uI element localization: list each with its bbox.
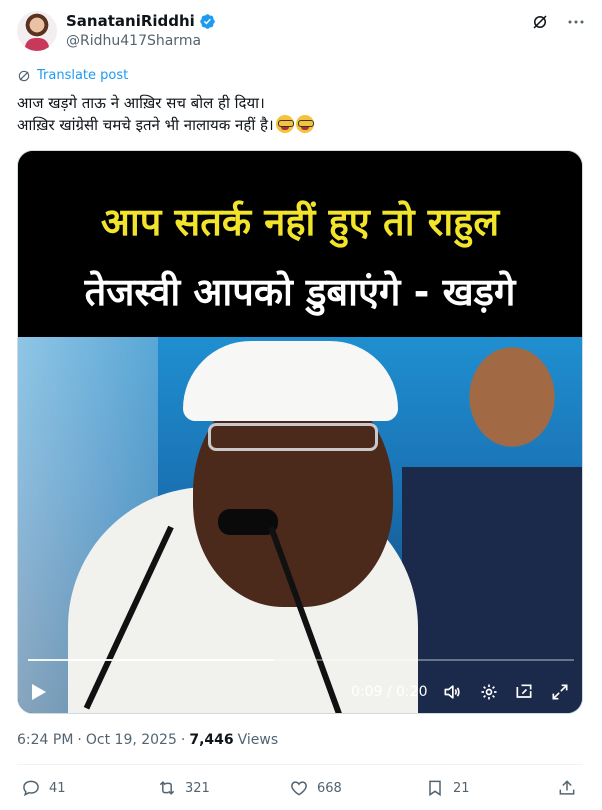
video-player[interactable]: आप सतर्क नहीं हुए तो राहुल तेजस्वी आपको …	[17, 150, 583, 714]
picture-in-picture-icon[interactable]	[514, 682, 534, 702]
views-count: 7,446	[189, 732, 234, 748]
video-progress-fill	[28, 659, 274, 661]
post-date[interactable]: Oct 19, 2025	[86, 732, 177, 748]
video-background-person	[402, 337, 582, 713]
top-actions	[530, 12, 586, 32]
tweet-actions: 41 321 668 21	[17, 778, 583, 804]
translate-label[interactable]: Translate post	[37, 68, 128, 83]
author-handle[interactable]: @Ridhu417Sharma	[66, 33, 201, 49]
bookmark-icon	[429, 780, 441, 797]
reply-button[interactable]: 41	[21, 778, 66, 798]
video-time: 0:09 / 0:20	[351, 684, 428, 700]
avatar[interactable]	[17, 11, 57, 51]
reply-icon	[23, 780, 39, 797]
nerd-face-emoji-icon	[275, 115, 294, 133]
author-name-row[interactable]: SanataniRiddhi	[66, 12, 216, 30]
tweet-meta: 6:24 PM · Oct 19, 2025 · 7,446 Views	[17, 732, 278, 748]
verified-badge-icon	[200, 13, 215, 29]
video-frame	[18, 337, 582, 713]
meta-separator: ·	[77, 732, 82, 748]
video-banner: आप सतर्क नहीं हुए तो राहुल तेजस्वी आपको …	[18, 151, 582, 337]
reply-count: 41	[49, 780, 66, 796]
author-display-name[interactable]: SanataniRiddhi	[66, 12, 195, 30]
share-button[interactable]	[557, 778, 577, 798]
more-options-icon[interactable]	[566, 12, 586, 32]
divider	[17, 764, 583, 765]
repost-count: 321	[185, 780, 210, 796]
heart-icon	[291, 781, 307, 796]
nerd-face-emoji-icon	[295, 115, 314, 133]
views-label: Views	[237, 732, 279, 748]
bookmark-count: 21	[453, 780, 470, 796]
video-headline-line-2: तेजस्वी आपको डुबाएंगे - खड़गे	[84, 270, 516, 314]
tweet-text-line-1: आज खड़गे ताऊ ने आख़िर सच बोल ही दिया।	[17, 94, 265, 112]
like-button[interactable]: 668	[289, 778, 342, 798]
post-time[interactable]: 6:24 PM	[17, 732, 73, 748]
repost-button[interactable]: 321	[157, 778, 210, 798]
share-icon	[559, 780, 575, 795]
video-controls: 0:09 / 0:20	[18, 677, 582, 707]
fullscreen-icon[interactable]	[550, 682, 570, 702]
video-headline-line-1: आप सतर्क नहीं हुए तो राहुल	[100, 200, 500, 244]
grok-icon[interactable]	[530, 12, 550, 32]
play-icon[interactable]	[32, 684, 46, 700]
tweet-text-line-2-text: आख़िर खांग्रेसी चमचे इतने भी नालायक नहीं…	[17, 116, 274, 134]
meta-separator: ·	[180, 732, 186, 748]
settings-gear-icon[interactable]	[479, 682, 499, 702]
volume-icon[interactable]	[442, 682, 462, 702]
repost-icon	[159, 781, 175, 795]
tweet-text: आज खड़गे ताऊ ने आख़िर सच बोल ही दिया। आख…	[17, 92, 587, 136]
translate-post-link[interactable]: Translate post	[17, 68, 128, 83]
video-progress-bar[interactable]	[28, 659, 574, 661]
like-count: 668	[317, 780, 342, 796]
tweet-text-line-2: आख़िर खांग्रेसी चमचे इतने भी नालायक नहीं…	[17, 114, 587, 136]
translate-icon	[18, 70, 30, 81]
bookmark-button[interactable]: 21	[425, 778, 470, 798]
